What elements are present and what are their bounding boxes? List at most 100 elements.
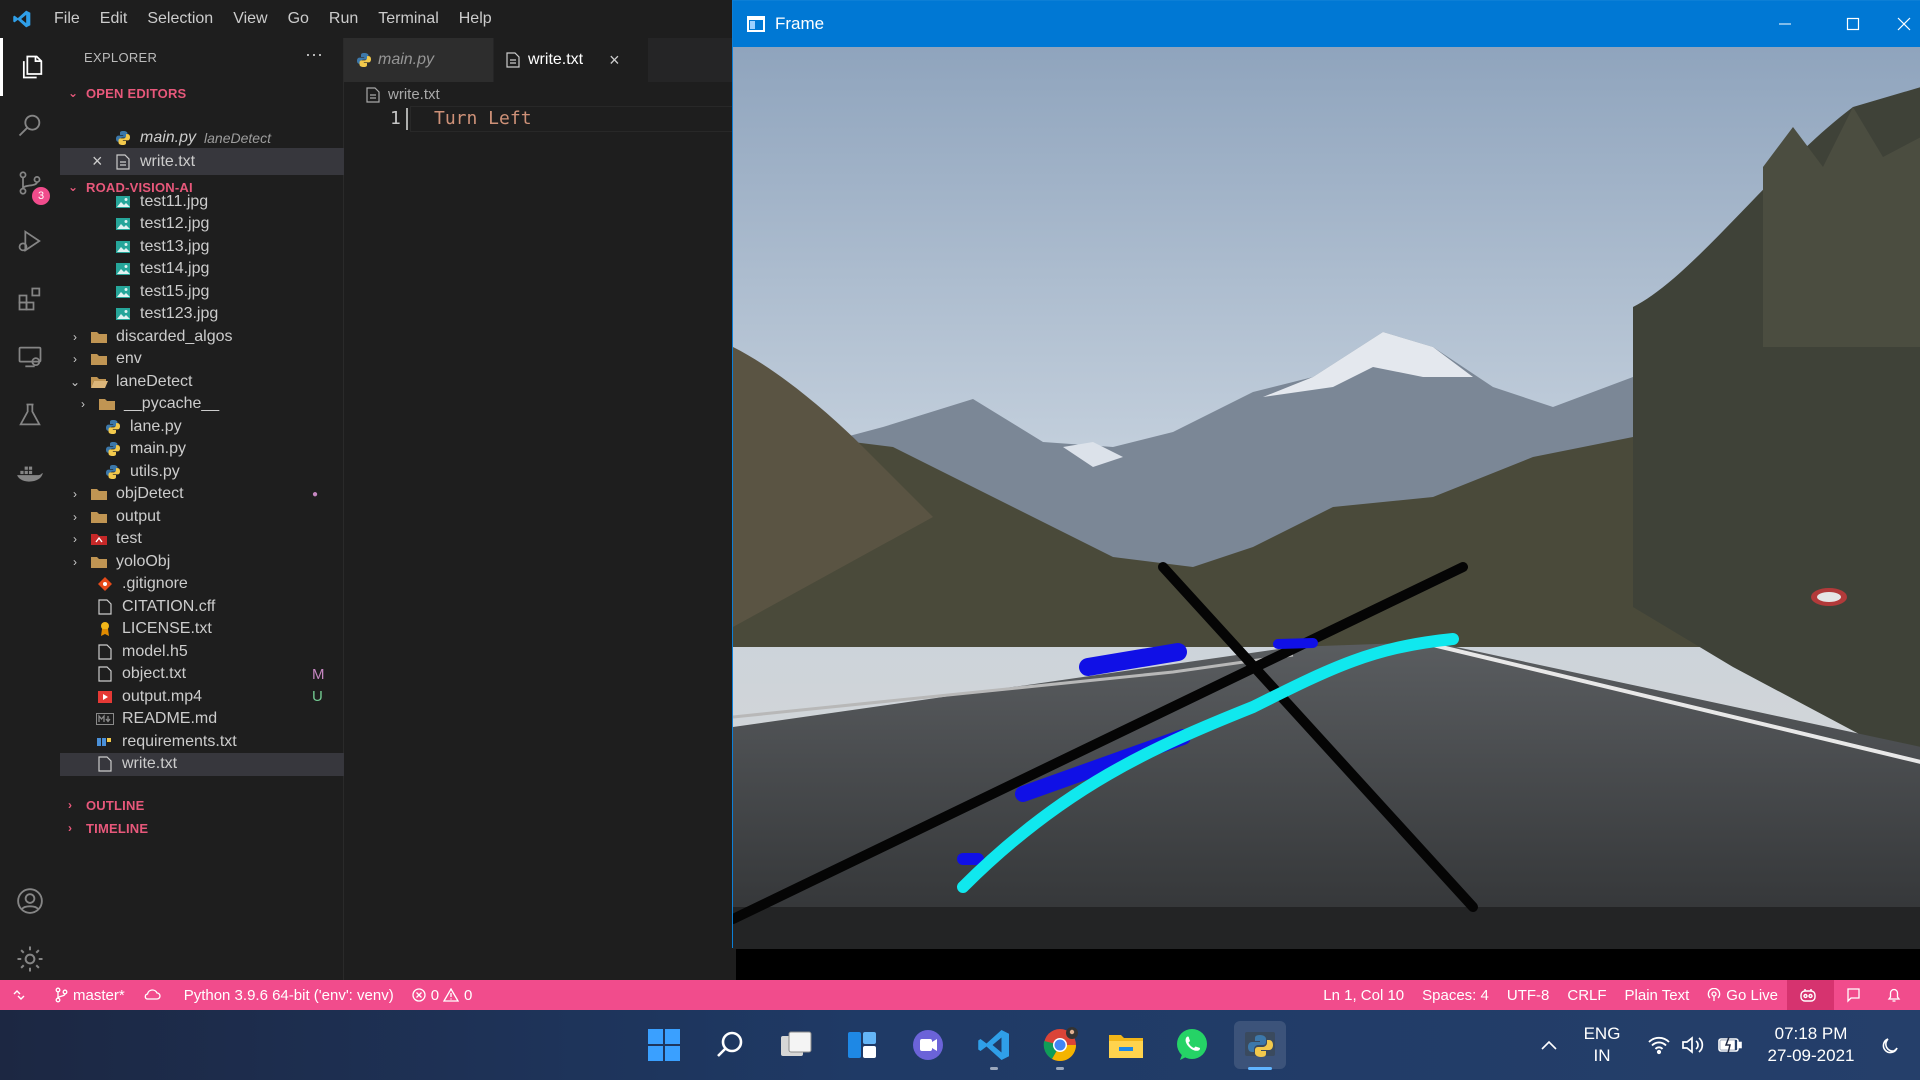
tree-item-label: LICENSE.txt xyxy=(122,620,212,637)
problems-button[interactable]: 0 0 xyxy=(403,980,482,1010)
tree-item[interactable]: › discarded_algos xyxy=(60,325,344,348)
battery-icon[interactable] xyxy=(1714,1010,1746,1080)
menu-run[interactable]: Run xyxy=(319,0,368,38)
widgets-icon[interactable] xyxy=(838,1021,886,1069)
tree-item[interactable]: › test xyxy=(60,528,344,551)
wifi-icon[interactable] xyxy=(1644,1010,1674,1080)
timeline-header[interactable]: › TIMELINE xyxy=(60,815,344,841)
sync-button[interactable] xyxy=(134,980,175,1010)
remote-indicator-button[interactable] xyxy=(0,980,45,1010)
chrome-icon[interactable] xyxy=(1036,1021,1084,1069)
tree-item[interactable]: main.py xyxy=(60,438,344,461)
frame-title-bar[interactable]: Frame xyxy=(733,1,1920,47)
python-interpreter-button[interactable]: Python 3.9.6 64-bit ('env': venv) xyxy=(175,980,403,1010)
feedback-button[interactable] xyxy=(1834,980,1879,1010)
menu-terminal[interactable]: Terminal xyxy=(368,0,448,38)
notifications-button[interactable] xyxy=(1879,980,1920,1010)
tree-item[interactable]: test11.jpg xyxy=(60,190,344,213)
copilot-button[interactable] xyxy=(1787,980,1834,1010)
encoding-button[interactable]: UTF-8 xyxy=(1498,980,1559,1010)
tree-item[interactable]: test14.jpg xyxy=(60,258,344,281)
whatsapp-icon[interactable] xyxy=(1168,1021,1216,1069)
tree-item[interactable]: test12.jpg xyxy=(60,213,344,236)
file-explorer-icon[interactable] xyxy=(1102,1021,1150,1069)
editor-area[interactable]: write.txt 1 Turn Left xyxy=(344,82,736,980)
tree-item[interactable]: object.txt M xyxy=(60,663,344,686)
tree-item[interactable]: CITATION.cff xyxy=(60,595,344,618)
tree-item[interactable]: lane.py xyxy=(60,415,344,438)
testing-icon[interactable] xyxy=(0,386,60,444)
remote-explorer-icon[interactable] xyxy=(0,328,60,386)
tree-item[interactable]: ⌄ laneDetect xyxy=(60,370,344,393)
vscode-icon[interactable] xyxy=(970,1021,1018,1069)
tree-item[interactable]: write.txt xyxy=(60,752,344,776)
menu-view[interactable]: View xyxy=(223,0,277,38)
tree-item[interactable]: utils.py xyxy=(60,460,344,483)
breadcrumb[interactable]: write.txt xyxy=(366,86,440,103)
menu-help[interactable]: Help xyxy=(449,0,502,38)
chevron-right-icon[interactable]: › xyxy=(68,352,82,366)
menu-go[interactable]: Go xyxy=(278,0,319,38)
tree-item[interactable]: requirements.txt xyxy=(60,730,344,753)
menu-selection[interactable]: Selection xyxy=(137,0,223,38)
chevron-right-icon[interactable]: › xyxy=(68,330,82,344)
open-editor-write-txt[interactable]: × write.txt xyxy=(60,148,344,175)
chevron-down-icon[interactable]: ⌄ xyxy=(68,375,82,389)
git-branch-button[interactable]: master* xyxy=(45,980,134,1010)
tray-overflow-chevron-icon[interactable] xyxy=(1532,1010,1566,1080)
teams-chat-icon[interactable] xyxy=(904,1021,952,1069)
indentation-button[interactable]: Spaces: 4 xyxy=(1413,980,1498,1010)
tree-item[interactable]: › objDetect ● xyxy=(60,483,344,506)
eol-button[interactable]: CRLF xyxy=(1558,980,1615,1010)
menu-edit[interactable]: Edit xyxy=(90,0,138,38)
tree-item[interactable]: test15.jpg xyxy=(60,280,344,303)
docker-icon[interactable] xyxy=(0,444,60,502)
tree-item[interactable]: › yoloObj xyxy=(60,550,344,573)
run-debug-icon[interactable] xyxy=(0,212,60,270)
tree-item[interactable]: › env xyxy=(60,348,344,371)
close-editor-icon[interactable]: × xyxy=(92,151,114,172)
language-mode-button[interactable]: Plain Text xyxy=(1616,980,1699,1010)
open-editors-header[interactable]: ⌄ OPEN EDITORS xyxy=(60,80,344,106)
tree-item[interactable]: LICENSE.txt xyxy=(60,618,344,641)
explorer-icon[interactable] xyxy=(0,38,60,96)
tree-item[interactable]: test123.jpg xyxy=(60,303,344,326)
tree-item[interactable]: › __pycache__ xyxy=(60,393,344,416)
volume-icon[interactable] xyxy=(1678,1010,1710,1080)
windows-start-icon[interactable] xyxy=(640,1021,688,1069)
account-icon[interactable] xyxy=(0,872,60,930)
search-icon[interactable] xyxy=(0,96,60,154)
maximize-button[interactable] xyxy=(1819,1,1887,47)
extensions-icon[interactable] xyxy=(0,270,60,328)
chevron-right-icon[interactable]: › xyxy=(68,510,82,524)
python-icon[interactable] xyxy=(1234,1021,1286,1069)
open-editor-main-py[interactable]: main.py laneDetect xyxy=(60,124,344,151)
chevron-right-icon[interactable]: › xyxy=(68,555,82,569)
menu-file[interactable]: File xyxy=(44,0,90,38)
search-icon[interactable] xyxy=(706,1021,754,1069)
focus-assist-moon-icon[interactable] xyxy=(1870,1010,1910,1080)
chevron-right-icon[interactable]: › xyxy=(76,397,90,411)
cursor-position-button[interactable]: Ln 1, Col 10 xyxy=(1314,980,1413,1010)
tree-item[interactable]: .gitignore xyxy=(60,573,344,596)
language-indicator[interactable]: ENG IN xyxy=(1572,1010,1632,1080)
go-live-button[interactable]: Go Live xyxy=(1698,980,1787,1010)
minimize-button[interactable] xyxy=(1751,1,1819,47)
tab-write-txt[interactable]: write.txt × xyxy=(494,38,649,82)
source-control-icon[interactable]: 3 xyxy=(0,154,60,212)
more-actions-button[interactable]: ··· xyxy=(305,44,323,65)
close-button[interactable] xyxy=(1887,1,1920,47)
tree-item[interactable]: › output xyxy=(60,505,344,528)
tree-item[interactable]: README.md xyxy=(60,708,344,731)
tree-item[interactable]: model.h5 xyxy=(60,640,344,663)
tree-item[interactable]: output.mp4 U xyxy=(60,685,344,708)
chevron-right-icon[interactable]: › xyxy=(68,487,82,501)
code-line[interactable]: 1 Turn Left xyxy=(344,106,736,132)
tab-main-py[interactable]: main.py xyxy=(344,38,494,82)
close-tab-icon[interactable]: × xyxy=(609,50,620,71)
tree-item[interactable]: test13.jpg xyxy=(60,235,344,258)
chevron-right-icon[interactable]: › xyxy=(68,532,82,546)
code-text[interactable]: Turn Left xyxy=(434,108,532,129)
task-view-icon[interactable] xyxy=(772,1021,820,1069)
clock[interactable]: 07:18 PM 27-09-2021 xyxy=(1756,1010,1866,1080)
